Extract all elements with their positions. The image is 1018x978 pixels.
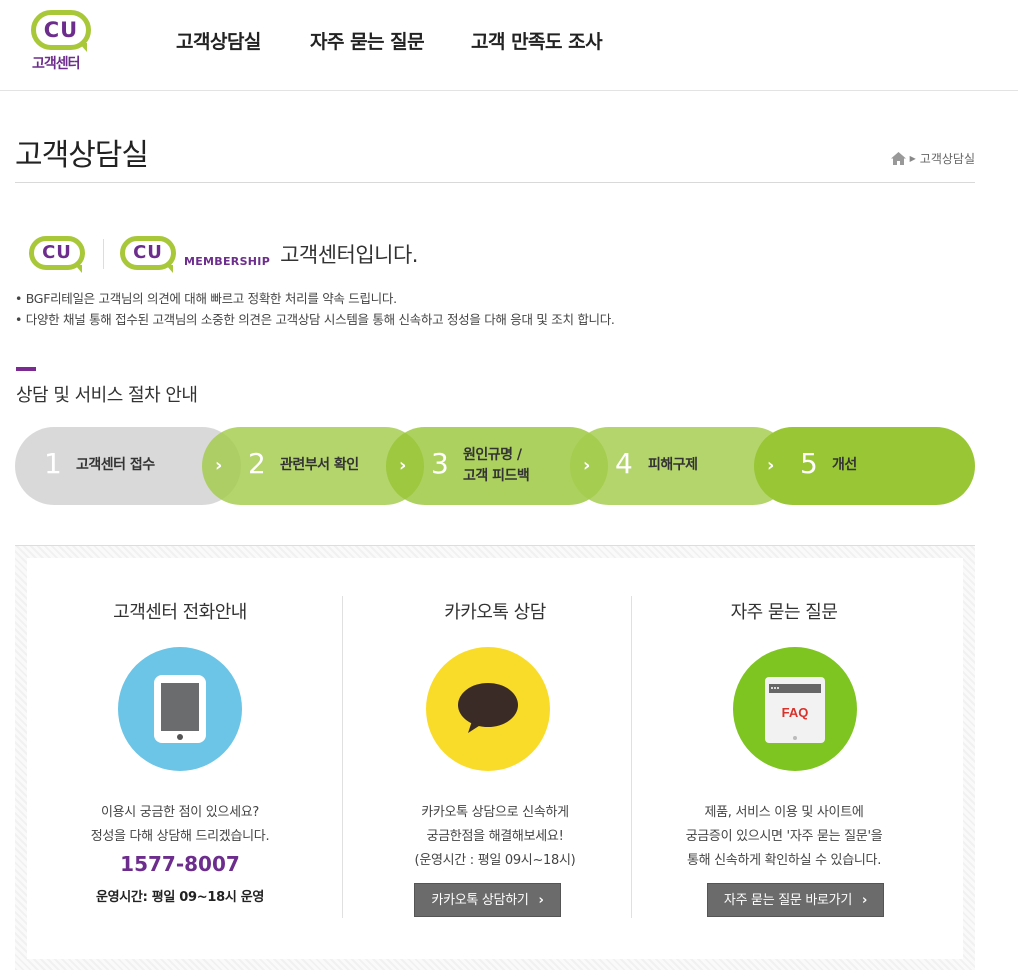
phone-hours: 운영시간: 평일 09~18시 운영 — [95, 890, 265, 905]
phone-number[interactable]: 1577-8007 — [27, 852, 333, 876]
step-chevron-icon: › — [767, 455, 775, 476]
section-accent-bar — [16, 367, 36, 371]
breadcrumb-arrow-icon: ▶ — [909, 154, 916, 163]
phone-card-title: 고객센터 전화안내 — [113, 602, 247, 623]
intro-bullet-2: • 다양한 채널 통해 접수된 고객님의 소중한 의견은 고객상담 시스템을 통… — [15, 312, 615, 327]
title-divider — [15, 182, 975, 183]
step-number: 1 — [44, 447, 62, 480]
chevron-right-icon: › — [538, 893, 544, 908]
svg-text:FAQ: FAQ — [782, 705, 809, 720]
contact-cards: 고객센터 전화안내 이용시 궁금한 점이 있으세요? 정성을 다해 상담해 드리… — [15, 545, 975, 970]
membership-label: MEMBERSHIP — [184, 254, 271, 268]
phone-icon — [118, 647, 242, 771]
logo-separator — [103, 239, 104, 269]
step-chevron-icon: › — [215, 455, 223, 476]
step-number: 4 — [615, 447, 633, 480]
cu-logo-small: CU — [29, 234, 87, 274]
step-chevron-icon: › — [399, 455, 407, 476]
logo-subtitle: 고객센터 — [32, 56, 81, 72]
kakao-card-desc: 카카오톡 상담으로 신속하게 궁금한점을 해결해보세요! (운영시간 : 평일 … — [414, 805, 576, 868]
step-label: 개선 — [832, 457, 857, 473]
phone-card-desc: 이용시 궁금한 점이 있으세요? 정성을 다해 상담해 드리겠습니다. — [90, 805, 270, 844]
breadcrumb-current[interactable]: 고객상담실 — [920, 150, 975, 167]
nav-faq[interactable]: 자주 묻는 질문 — [310, 27, 425, 54]
breadcrumb: ▶ 고객상담실 — [890, 150, 975, 167]
kakao-card-title: 카카오톡 상담 — [444, 602, 546, 623]
section-title: 상담 및 서비스 절차 안내 — [16, 385, 198, 406]
faq-icon: FAQ — [733, 647, 857, 771]
nav-counsel[interactable]: 고객상담실 — [176, 27, 261, 54]
faq-card: 자주 묻는 질문 FAQ 제품, 서비스 이용 및 사이트에 궁금증이 있으시면… — [631, 558, 937, 959]
header: CU 고객센터 고객상담실 자주 묻는 질문 고객 만족도 조사 — [0, 0, 1018, 91]
step-number: 2 — [248, 447, 266, 480]
faq-card-desc: 제품, 서비스 이용 및 사이트에 궁금증이 있으시면 '자주 묻는 질문'을 … — [685, 805, 883, 868]
intro-heading: CU CU MEMBERSHIP 고객센터입니다. — [29, 234, 418, 274]
step-label: 원인규명 / 고객 피드백 — [463, 447, 530, 484]
speech-bubble-icon — [426, 647, 550, 771]
chevron-right-icon: › — [862, 893, 868, 908]
step-label: 피해구제 — [648, 457, 698, 473]
cu-membership-logo: CU — [120, 234, 178, 274]
step-label: 고객센터 접수 — [76, 457, 155, 473]
page-title: 고객상담실 — [15, 138, 149, 173]
kakao-card: 카카오톡 상담 카카오톡 상담으로 신속하게 궁금한점을 해결해보세요! (운영… — [342, 558, 648, 959]
contact-cards-inner: 고객센터 전화안내 이용시 궁금한 점이 있으세요? 정성을 다해 상담해 드리… — [27, 558, 963, 959]
nav-survey[interactable]: 고객 만족도 조사 — [471, 27, 603, 54]
intro-bullet-1: • BGF리테일은 고객님의 의견에 대해 빠르고 정확한 처리를 약속 드립니… — [15, 291, 397, 306]
phone-card: 고객센터 전화안내 이용시 궁금한 점이 있으세요? 정성을 다해 상담해 드리… — [27, 558, 333, 959]
step-5: 5 개선 — [754, 427, 975, 505]
faq-card-title: 자주 묻는 질문 — [730, 602, 838, 623]
step-label: 관련부서 확인 — [280, 457, 359, 473]
step-number: 5 — [800, 447, 818, 480]
intro-title: 고객센터입니다. — [280, 243, 418, 267]
logo-text: CU — [43, 18, 79, 42]
home-icon[interactable] — [890, 152, 906, 165]
kakao-chat-button[interactable]: 카카오톡 상담하기 › — [414, 883, 561, 917]
faq-link-button[interactable]: 자주 묻는 질문 바로가기 › — [707, 883, 884, 917]
cu-logo[interactable]: CU 고객센터 — [29, 10, 95, 74]
step-number: 3 — [431, 447, 449, 480]
step-chevron-icon: › — [583, 455, 591, 476]
intro-bullets: • BGF리테일은 고객님의 의견에 대해 빠르고 정확한 처리를 약속 드립니… — [15, 288, 615, 330]
